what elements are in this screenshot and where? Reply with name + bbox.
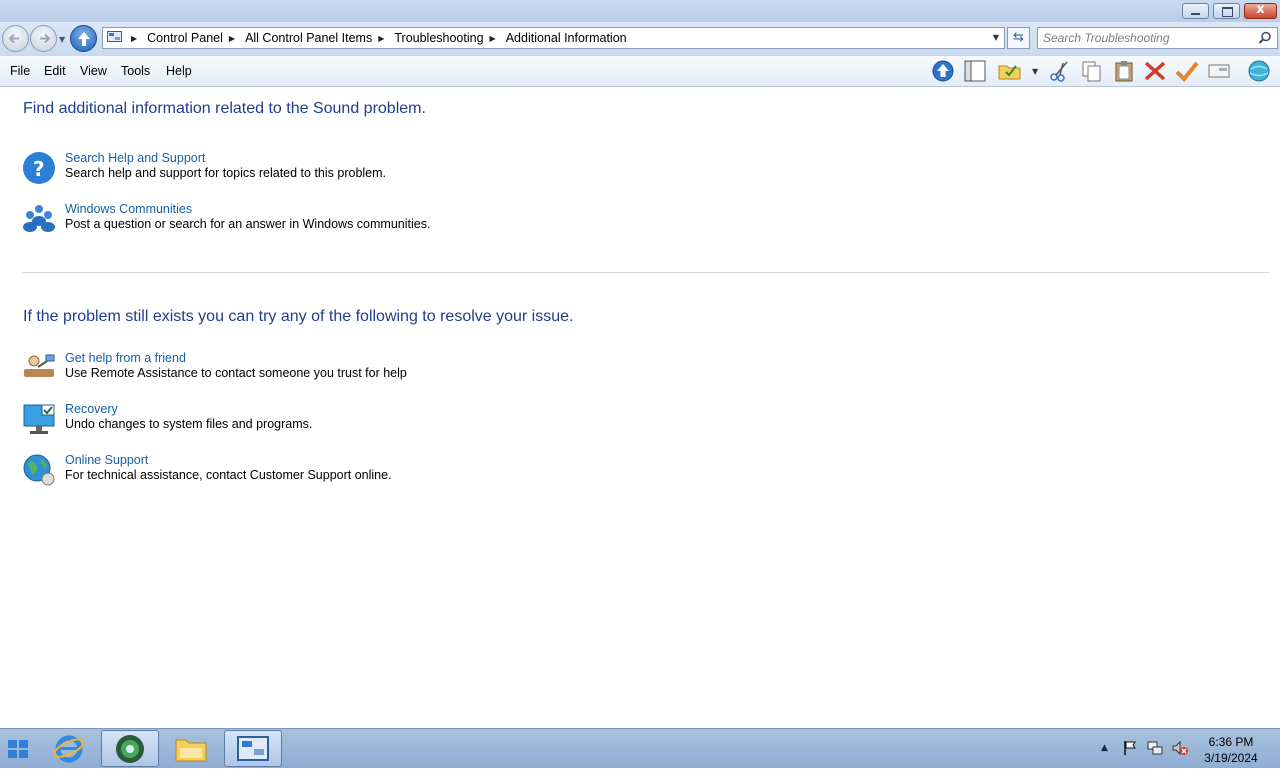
title-bar: x — [0, 0, 1280, 22]
delete-icon[interactable] — [1143, 60, 1167, 82]
action-center-flag-icon[interactable] — [1122, 740, 1138, 756]
taskbar-file-explorer[interactable] — [162, 730, 220, 767]
breadcrumb-separator[interactable]: ▶ — [378, 34, 384, 43]
section1-heading: Find additional information related to t… — [23, 100, 426, 117]
network-icon[interactable] — [1147, 740, 1163, 756]
address-bar[interactable]: ▶ Control Panel ▶ All Control Panel Item… — [102, 27, 1005, 49]
breadcrumb-separator[interactable]: ▶ — [131, 34, 137, 43]
up-level-button[interactable] — [70, 25, 97, 52]
menu-bar: File Edit View Tools Help ▼ — [0, 56, 1280, 87]
cut-icon[interactable] — [1048, 60, 1072, 82]
taskbar: ▲ 6:36 PM 3/19/2024 — [0, 728, 1280, 768]
back-button[interactable] — [2, 25, 29, 52]
start-button[interactable] — [2, 733, 36, 765]
maximize-button[interactable] — [1213, 3, 1240, 19]
section-divider — [23, 272, 1269, 273]
close-button[interactable]: x — [1244, 2, 1277, 19]
task-title[interactable]: Recovery — [65, 402, 118, 416]
minimize-button[interactable] — [1182, 3, 1209, 19]
search-input[interactable] — [1043, 30, 1253, 46]
task-description: For technical assistance, contact Custom… — [65, 468, 392, 482]
refresh-icon: ⇆ — [1013, 30, 1024, 45]
task-windows-communities[interactable]: Windows Communities Post a question or s… — [22, 202, 622, 242]
breadcrumb-separator[interactable]: ▶ — [229, 34, 235, 43]
file-explorer-icon — [175, 739, 207, 762]
breadcrumb-all-items[interactable]: All Control Panel Items — [243, 31, 374, 45]
breadcrumb-troubleshooting[interactable]: Troubleshooting — [392, 31, 485, 45]
taskbar-media-center[interactable] — [101, 730, 159, 767]
show-hidden-icons-button[interactable]: ▲ — [1101, 743, 1108, 753]
main-content: Find additional information related to t… — [0, 88, 1280, 728]
panel-icon[interactable] — [963, 60, 987, 82]
task-get-help-from-friend[interactable]: Get help from a friend Use Remote Assist… — [22, 351, 622, 391]
section2-heading: If the problem still exists you can try … — [23, 308, 574, 325]
breadcrumb-separator[interactable]: ▶ — [490, 34, 496, 43]
menu-file[interactable]: File — [10, 64, 30, 78]
navigation-bar: ▼ ▶ Control Panel ▶ All Control Panel It… — [0, 22, 1280, 56]
clock-time: 6:36 PM — [1208, 735, 1254, 749]
task-title[interactable]: Online Support — [65, 453, 148, 467]
volume-muted-icon[interactable] — [1172, 740, 1188, 756]
copy-icon[interactable] — [1080, 60, 1104, 82]
control-panel-icon — [107, 31, 122, 42]
breadcrumb: ▶ Control Panel ▶ All Control Panel Item… — [127, 28, 629, 48]
search-box[interactable] — [1037, 27, 1278, 49]
menu-edit[interactable]: Edit — [44, 64, 66, 78]
control-panel-icon — [237, 736, 269, 761]
communities-icon — [23, 205, 55, 232]
online-support-icon — [23, 454, 55, 486]
internet-explorer-icon — [53, 735, 85, 763]
refresh-button[interactable]: ⇆ — [1007, 27, 1030, 49]
task-description: Post a question or search for an answer … — [65, 217, 431, 231]
taskbar-internet-explorer[interactable] — [40, 730, 98, 767]
recovery-icon — [23, 404, 55, 434]
globe-icon[interactable] — [1247, 60, 1271, 82]
help-icon: ? — [23, 152, 55, 184]
properties-icon[interactable] — [1207, 60, 1231, 82]
breadcrumb-control-panel[interactable]: Control Panel — [145, 31, 225, 45]
task-title[interactable]: Windows Communities — [65, 202, 192, 216]
svg-text:?: ? — [33, 157, 45, 181]
media-center-icon — [116, 735, 144, 763]
checkmark-icon[interactable] — [1175, 60, 1199, 82]
up-arrow-icon — [78, 32, 90, 46]
back-arrow-icon — [8, 33, 19, 44]
task-search-help-support[interactable]: ? Search Help and Support Search help an… — [22, 151, 622, 191]
forward-arrow-icon — [40, 33, 51, 44]
task-description: Undo changes to system files and program… — [65, 417, 313, 431]
address-dropdown-icon[interactable]: ▼ — [993, 33, 999, 42]
close-icon: x — [1256, 2, 1265, 17]
task-description: Search help and support for topics relat… — [65, 166, 387, 180]
up-arrow-icon[interactable] — [931, 60, 955, 82]
menu-help[interactable]: Help — [166, 64, 192, 78]
task-online-support[interactable]: Online Support For technical assistance,… — [22, 453, 622, 493]
task-title[interactable]: Search Help and Support — [65, 151, 205, 165]
folder-check-icon[interactable] — [998, 60, 1022, 82]
system-clock[interactable]: 6:36 PM 3/19/2024 — [1196, 734, 1266, 766]
breadcrumb-additional-information[interactable]: Additional Information — [504, 31, 629, 45]
menu-tools[interactable]: Tools — [121, 64, 150, 78]
remote-assistance-icon — [24, 354, 55, 377]
search-icon[interactable] — [1258, 31, 1272, 45]
views-dropdown-icon[interactable]: ▼ — [1032, 67, 1038, 76]
paste-icon[interactable] — [1112, 60, 1136, 82]
task-title[interactable]: Get help from a friend — [65, 351, 186, 365]
task-description: Use Remote Assistance to contact someone… — [65, 366, 407, 380]
troubleshooting-window: x ▼ ▶ Control Panel ▶ All Control Panel … — [0, 0, 1280, 728]
task-recovery[interactable]: Recovery Undo changes to system files an… — [22, 402, 622, 442]
forward-button[interactable] — [30, 25, 57, 52]
taskbar-control-panel[interactable] — [224, 730, 282, 767]
menu-view[interactable]: View — [80, 64, 107, 78]
clock-date: 3/19/2024 — [1204, 751, 1258, 765]
recent-pages-dropdown-icon[interactable]: ▼ — [59, 35, 65, 44]
